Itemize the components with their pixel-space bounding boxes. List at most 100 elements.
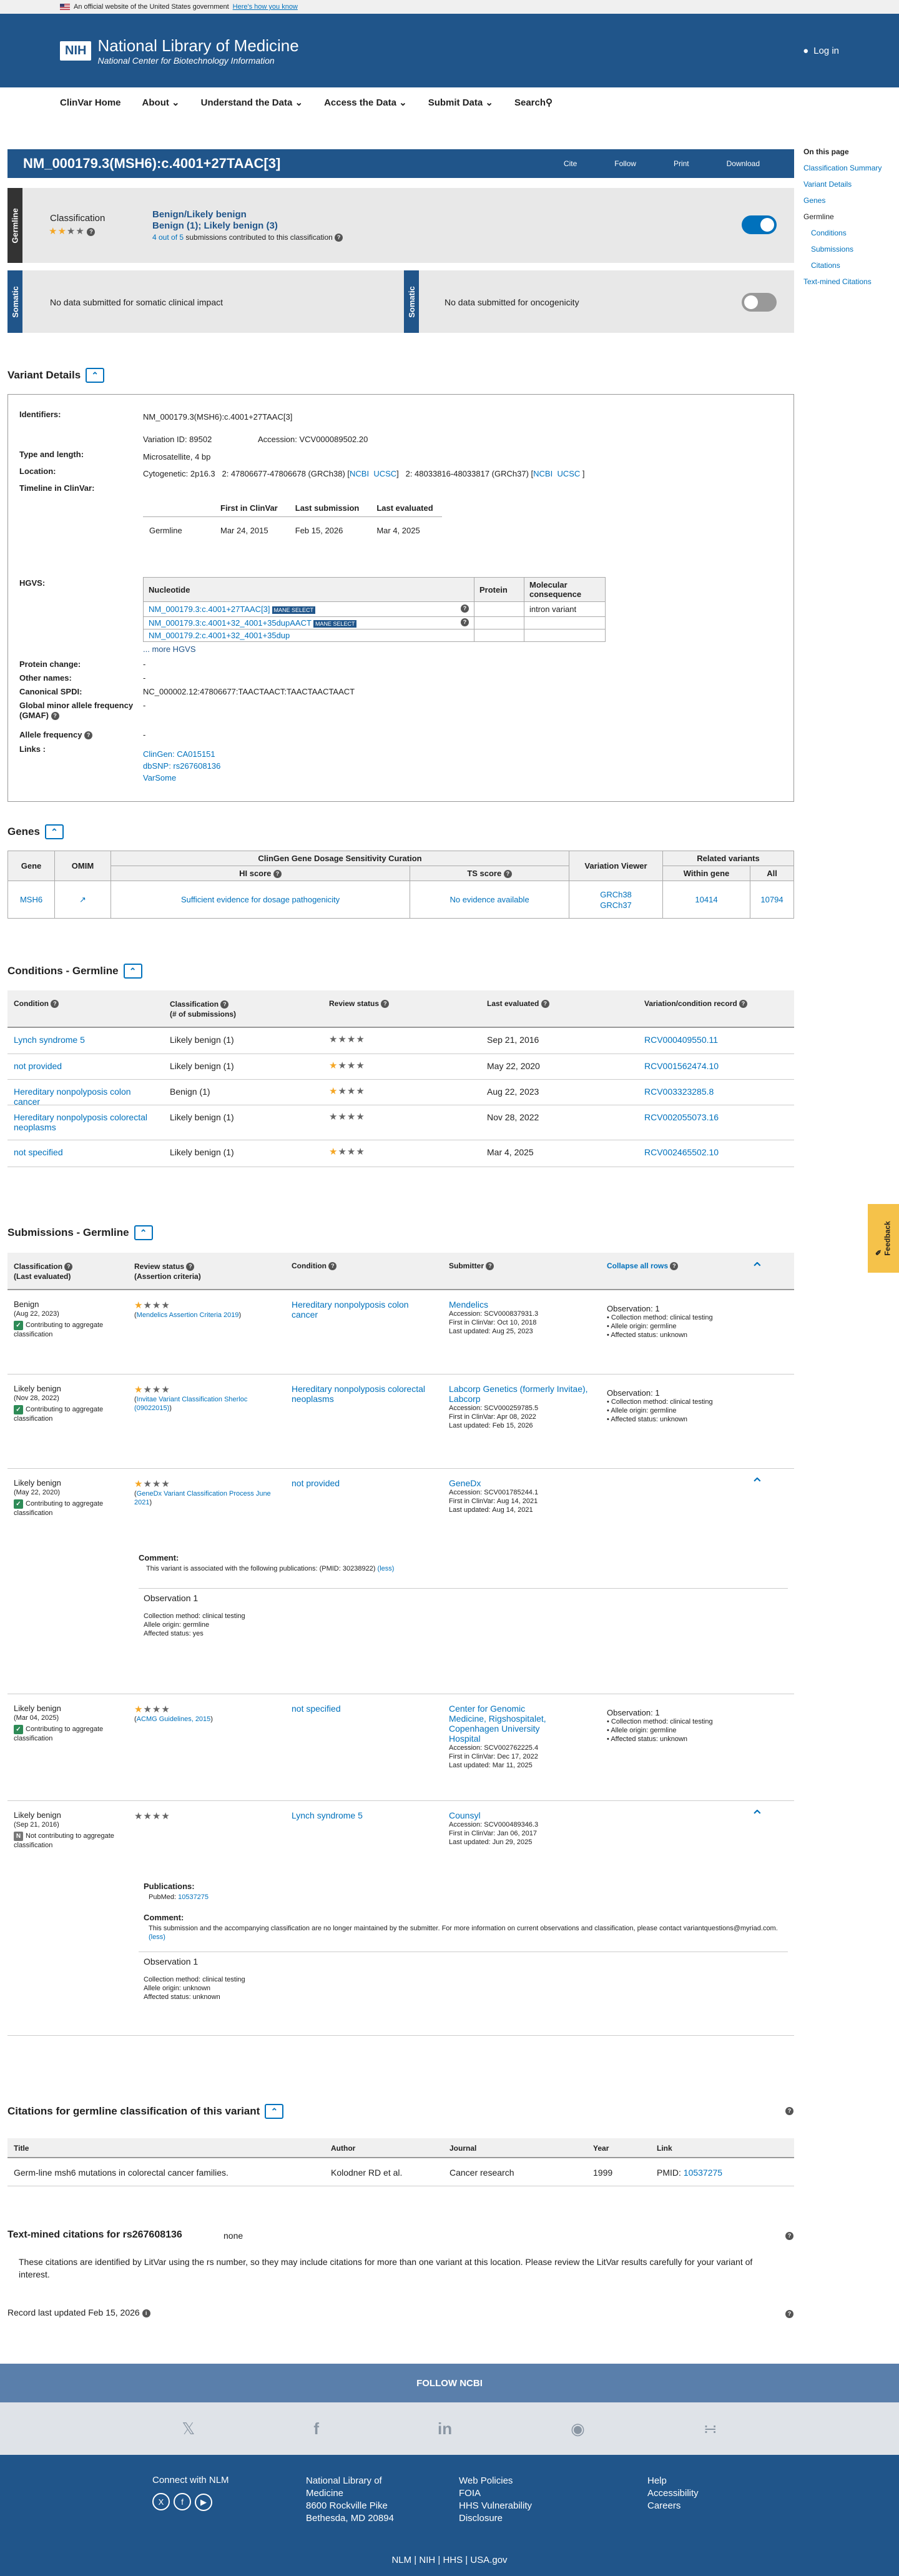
youtube-icon[interactable]: ▶ xyxy=(195,2493,212,2511)
gov-link[interactable]: Here's how you know xyxy=(233,3,298,11)
hgvs-link[interactable]: NM_000179.2:c.4001+32_4001+35dup xyxy=(149,631,290,640)
criteria-link[interactable]: Mendelics Assertion Criteria 2019 xyxy=(137,1311,239,1319)
submitter-link[interactable]: Center for Genomic Medicine, Rigshospita… xyxy=(449,1704,546,1744)
rail-classification-summary[interactable]: Classification Summary xyxy=(803,164,882,172)
hgvs-link[interactable]: NM_000179.3:c.4001+32_4001+35dupAACT xyxy=(149,618,312,628)
x-icon[interactable]: 𝕏 xyxy=(182,2419,195,2439)
condition-link[interactable]: not specified xyxy=(292,1704,341,1714)
condition-link[interactable]: not specified xyxy=(14,1147,63,1157)
print-button[interactable]: Print xyxy=(674,159,689,168)
germline-toggle[interactable] xyxy=(742,215,777,234)
somatic-toggle[interactable] xyxy=(742,293,777,312)
submitter-link[interactable]: Labcorp Genetics (formerly Invitae), Lab… xyxy=(449,1384,588,1404)
criteria-link[interactable]: ACMG Guidelines, 2015 xyxy=(137,1715,211,1723)
github-icon[interactable]: ◉ xyxy=(571,2419,585,2439)
chevron-up-icon[interactable]: ⌃ xyxy=(123,964,142,979)
chevron-up-icon[interactable]: ⌃ xyxy=(134,1225,153,1240)
ncbi-link-38[interactable]: NCBI xyxy=(350,469,369,478)
nlm-link[interactable]: NLM xyxy=(391,2555,411,2565)
nih-link[interactable]: NIH xyxy=(419,2555,435,2565)
less-link[interactable]: (less) xyxy=(149,1933,165,1941)
pubmed-link[interactable]: 10537275 xyxy=(178,1893,209,1901)
rail-text-mined[interactable]: Text-mined Citations xyxy=(803,277,872,286)
nlm-logo[interactable]: NIH National Library of Medicine National … xyxy=(60,36,299,66)
linkedin-icon[interactable]: in xyxy=(438,2419,452,2439)
external-link-icon[interactable]: ↗ xyxy=(79,895,86,904)
condition-link[interactable]: Hereditary nonpolyposis colorectal neopl… xyxy=(292,1384,425,1404)
condition-link[interactable]: Hereditary nonpolyposis colorectal neopl… xyxy=(14,1112,147,1132)
dbsnp-link[interactable]: dbSNP: rs267608136 xyxy=(143,761,220,771)
chevron-up-icon[interactable]: ⌃ xyxy=(750,1474,764,1494)
cite-button[interactable]: Cite xyxy=(564,159,577,168)
criteria-link[interactable]: GeneDx Variant Classification Process Ju… xyxy=(134,1490,271,1506)
rcv-link[interactable]: RCV003323285.8 xyxy=(644,1087,714,1097)
collapse-all-rows[interactable]: Collapse all rows ? xyxy=(607,1261,679,1271)
gene-link[interactable]: MSH6 xyxy=(20,895,42,904)
rcv-link[interactable]: RCV001562474.10 xyxy=(644,1061,719,1071)
help-icon[interactable]: ? xyxy=(785,2232,793,2241)
chevron-up-icon[interactable]: ⌃ xyxy=(86,368,105,383)
rail-citations[interactable]: Citations xyxy=(811,261,840,270)
chevron-up-icon[interactable]: ⌃ xyxy=(44,824,64,839)
hi-score-link[interactable]: Sufficient evidence for dosage pathogeni… xyxy=(181,895,340,904)
x-icon[interactable]: X xyxy=(152,2493,170,2510)
chevron-up-icon[interactable]: ⌃ xyxy=(750,1259,764,1278)
footer-link[interactable]: Web Policies xyxy=(459,2475,532,2487)
grch37-link[interactable]: GRCh37 xyxy=(600,901,632,910)
footer-link[interactable]: Accessibility xyxy=(647,2487,699,2500)
ncbi-link-37[interactable]: NCBI xyxy=(533,469,553,478)
hgvs-link[interactable]: NM_000179.3:c.4001+27TAAC[3] xyxy=(149,605,270,614)
download-button[interactable]: Download xyxy=(727,159,760,168)
help-icon[interactable]: ? xyxy=(785,2310,793,2319)
facebook-icon[interactable]: f xyxy=(174,2493,191,2510)
nav-clinvar-home[interactable]: ClinVar Home xyxy=(60,97,121,108)
chevron-up-icon[interactable]: ⌃ xyxy=(750,1807,764,1826)
nav-search[interactable]: Search⚲ xyxy=(514,97,553,108)
follow-button[interactable]: Follow xyxy=(614,159,636,168)
ucsc-link-37[interactable]: UCSC xyxy=(557,469,580,478)
within-gene-link[interactable]: 10414 xyxy=(695,895,717,904)
footer-link[interactable]: Disclosure xyxy=(459,2512,532,2525)
help-icon[interactable]: ? xyxy=(785,2107,793,2116)
less-link[interactable]: (less) xyxy=(378,1565,395,1572)
chevron-up-icon[interactable]: ⌃ xyxy=(265,2104,284,2119)
hhs-link[interactable]: HHS xyxy=(443,2555,463,2565)
rcv-link[interactable]: RCV000409550.11 xyxy=(644,1035,718,1045)
condition-link[interactable]: Lynch syndrome 5 xyxy=(14,1035,85,1045)
login-button[interactable]: ● Log in xyxy=(803,46,839,56)
pmid-link[interactable]: 10537275 xyxy=(684,2168,722,2178)
condition-link[interactable]: not provided xyxy=(14,1061,62,1071)
submissions-link[interactable]: 4 out of 5 xyxy=(152,233,184,242)
condition-link[interactable]: not provided xyxy=(292,1478,340,1488)
condition-link[interactable]: Hereditary nonpolyposis colon cancer xyxy=(292,1300,409,1320)
rail-submissions[interactable]: Submissions xyxy=(811,245,853,254)
condition-link[interactable]: Hereditary nonpolyposis colon cancer xyxy=(14,1087,131,1107)
grch38-link[interactable]: GRCh38 xyxy=(600,890,632,899)
usagov-link[interactable]: USA.gov xyxy=(470,2555,507,2565)
footer-link[interactable]: FOIA xyxy=(459,2487,532,2500)
submitter-link[interactable]: Mendelics xyxy=(449,1300,488,1310)
nav-about[interactable]: About ⌄ xyxy=(142,97,180,108)
feedback-button[interactable]: ✎ Feedback xyxy=(868,1204,899,1273)
nav-submit[interactable]: Submit Data ⌄ xyxy=(428,97,493,108)
footer-link[interactable]: Careers xyxy=(647,2500,699,2512)
nav-access[interactable]: Access the Data ⌄ xyxy=(324,97,407,108)
submitter-link[interactable]: Counsyl xyxy=(449,1810,481,1820)
rail-variant-details[interactable]: Variant Details xyxy=(803,180,852,189)
rcv-link[interactable]: RCV002055073.16 xyxy=(644,1112,719,1122)
ucsc-link-38[interactable]: UCSC xyxy=(373,469,396,478)
footer-link[interactable]: Help xyxy=(647,2475,699,2487)
varsome-link[interactable]: VarSome xyxy=(143,773,176,782)
rcv-link[interactable]: RCV002465502.10 xyxy=(644,1147,719,1157)
rail-conditions[interactable]: Conditions xyxy=(811,229,847,237)
rss-icon[interactable]: ∺ xyxy=(704,2419,717,2439)
rail-genes[interactable]: Genes xyxy=(803,196,825,205)
submitter-link[interactable]: GeneDx xyxy=(449,1478,481,1488)
footer-link[interactable]: HHS Vulnerability xyxy=(459,2500,532,2512)
nav-understand[interactable]: Understand the Data ⌄ xyxy=(201,97,303,108)
clingen-link[interactable]: ClinGen: CA015151 xyxy=(143,749,215,759)
ts-score-link[interactable]: No evidence available xyxy=(450,895,529,904)
condition-link[interactable]: Lynch syndrome 5 xyxy=(292,1810,363,1820)
facebook-icon[interactable]: f xyxy=(313,2419,319,2439)
all-variants-link[interactable]: 10794 xyxy=(760,895,783,904)
